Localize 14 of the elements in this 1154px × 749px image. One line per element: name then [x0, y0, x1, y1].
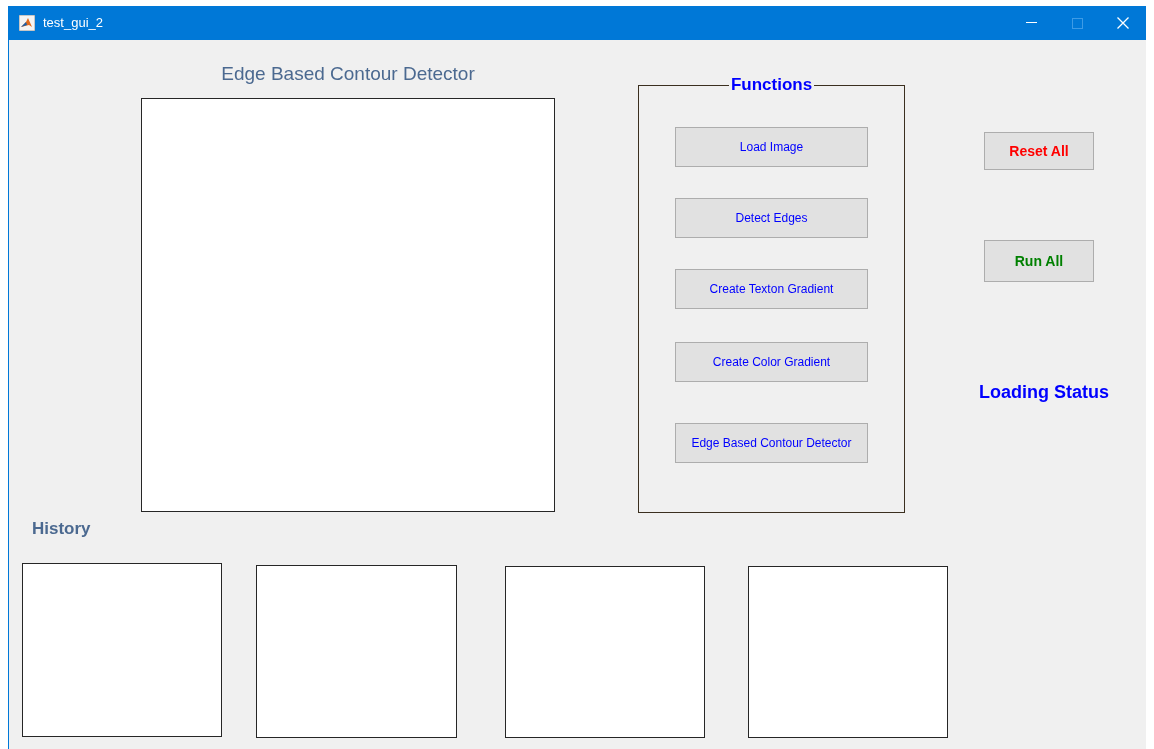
- action-button[interactable]: Run All: [984, 240, 1094, 282]
- maximize-icon: [1071, 17, 1083, 29]
- function-button[interactable]: Load Image: [675, 127, 868, 167]
- function-button[interactable]: Create Color Gradient: [675, 342, 868, 382]
- function-button[interactable]: Detect Edges: [675, 198, 868, 238]
- app-logo-icon: [19, 15, 35, 31]
- window-title: test_gui_2: [43, 14, 103, 33]
- minimize-icon: [1025, 22, 1037, 24]
- function-button[interactable]: Edge Based Contour Detector: [675, 423, 868, 463]
- close-icon: [1117, 17, 1129, 29]
- history-label: History: [32, 518, 91, 540]
- function-button[interactable]: Create Texton Gradient: [675, 269, 868, 309]
- main-title: Edge Based Contour Detector: [220, 62, 476, 86]
- status-label: Loading Status: [978, 381, 1110, 404]
